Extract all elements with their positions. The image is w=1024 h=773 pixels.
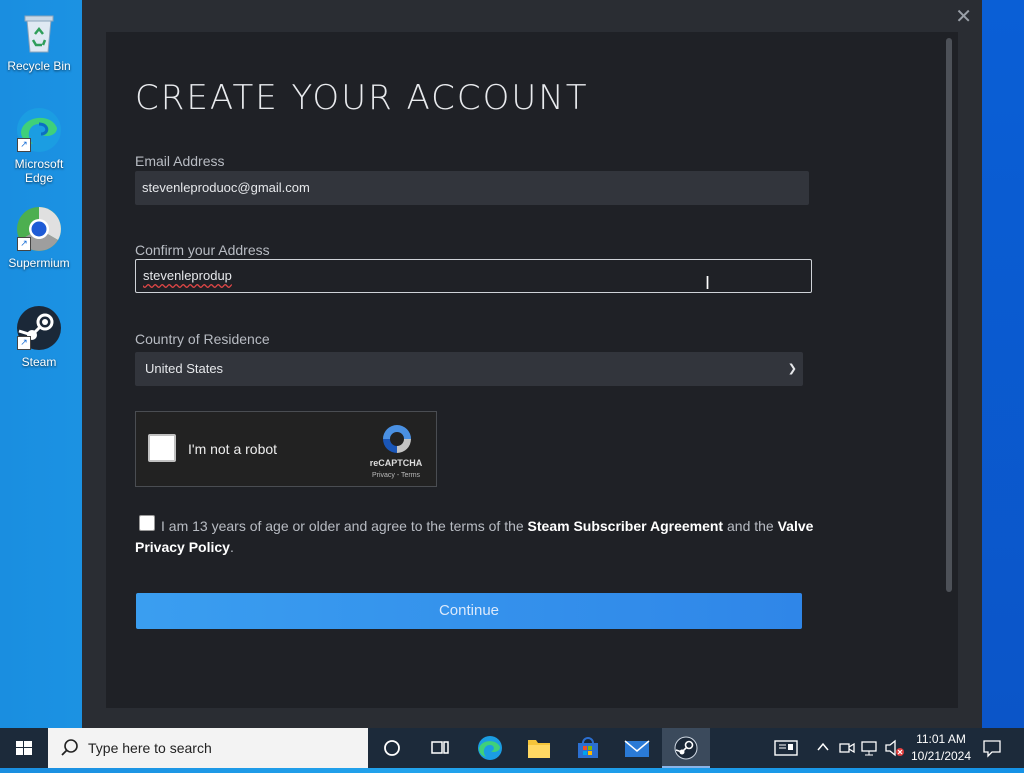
steam-create-account-window: ✕ CREATE YOUR ACCOUNT Email Address stev…: [82, 0, 982, 728]
email-label: Email Address: [135, 153, 225, 169]
clock-time: 11:01 AM: [916, 732, 966, 746]
text-cursor-icon: I: [705, 273, 711, 293]
supermium-icon: ↗: [15, 205, 63, 253]
meet-now-icon[interactable]: [838, 738, 856, 761]
task-view-icon: [431, 741, 449, 754]
steam-icon: ↗: [15, 304, 63, 352]
desktop-icon-supermium[interactable]: ↗ Supermium: [0, 205, 78, 270]
recaptcha-links[interactable]: Privacy - Terms: [356, 472, 436, 479]
desktop-icon-label: Supermium: [8, 256, 70, 270]
recaptcha-brand: reCAPTCHA: [369, 458, 423, 468]
continue-button[interactable]: Continue: [136, 593, 802, 629]
search-icon: [61, 739, 78, 756]
taskbar-clock[interactable]: 11:01 AM 10/21/2024: [908, 731, 974, 765]
task-view-button[interactable]: [416, 728, 464, 768]
store-icon: [578, 737, 598, 758]
shortcut-arrow-icon: ↗: [17, 336, 31, 350]
close-icon[interactable]: ✕: [955, 4, 972, 29]
confirm-email-label: Confirm your Address: [135, 242, 270, 258]
desktop-icon-label: Microsoft Edge: [14, 157, 64, 185]
start-button[interactable]: [0, 728, 48, 768]
taskbar-search-box[interactable]: Type here to search: [48, 728, 368, 768]
windows-logo-icon: [16, 741, 32, 755]
desktop-icon-edge[interactable]: ↗ Microsoft Edge: [0, 106, 78, 185]
chevron-down-icon: ❯: [787, 363, 797, 375]
desktop-icon-label: Steam: [21, 355, 57, 369]
recaptcha-widget: I'm not a robot reCAPTCHA Privacy - Term…: [135, 411, 437, 487]
news-icon[interactable]: [774, 738, 798, 761]
taskbar-edge[interactable]: [466, 728, 514, 768]
shortcut-arrow-icon: ↗: [17, 138, 31, 152]
taskbar-microsoft-store[interactable]: [564, 728, 612, 768]
notifications-icon[interactable]: [982, 738, 1002, 761]
recycle-bin-icon: [15, 8, 63, 56]
edge-icon: ↗: [15, 106, 63, 154]
edge-icon: [478, 736, 502, 760]
agreement-middle: and the: [723, 518, 778, 534]
page-title: CREATE YOUR ACCOUNT: [135, 78, 589, 118]
recaptcha-logo-icon: [380, 422, 414, 456]
chevron-up-icon[interactable]: [816, 737, 830, 760]
taskbar: Type here to search 11:01 AM 10/21/2024: [0, 728, 1024, 768]
desktop-icon-label: Recycle Bin: [7, 59, 71, 73]
country-label: Country of Residence: [135, 331, 270, 347]
country-select[interactable]: United States ❯: [135, 352, 803, 386]
confirm-email-value: stevenleprodup: [143, 268, 232, 283]
desktop-icon-steam[interactable]: ↗ Steam: [0, 304, 78, 369]
desktop-background-strip: [982, 0, 1024, 728]
volume-muted-icon[interactable]: [884, 738, 906, 761]
agreement-text: I am 13 years of age or older and agree …: [135, 516, 815, 558]
folder-icon: [528, 740, 550, 758]
subscriber-agreement-link[interactable]: Steam Subscriber Agreement: [528, 518, 724, 534]
recaptcha-checkbox[interactable]: [148, 434, 176, 462]
desktop-icon-recycle-bin[interactable]: Recycle Bin: [0, 8, 78, 73]
cortana-icon: [384, 740, 400, 756]
network-icon[interactable]: [860, 738, 880, 761]
search-placeholder: Type here to search: [88, 740, 212, 756]
scrollbar-thumb[interactable]: [946, 38, 952, 592]
taskbar-file-explorer[interactable]: [515, 728, 563, 768]
recaptcha-text: I'm not a robot: [188, 441, 278, 457]
taskbar-mail[interactable]: [613, 728, 661, 768]
agreement-prefix: I am 13 years of age or older and agree …: [161, 518, 528, 534]
agreement-suffix: .: [229, 539, 234, 555]
clock-date: 10/21/2024: [910, 749, 972, 763]
shortcut-arrow-icon: ↗: [17, 237, 31, 251]
taskbar-steam[interactable]: [662, 728, 710, 768]
confirm-email-field[interactable]: stevenleprodup: [135, 259, 812, 293]
email-field[interactable]: stevenleproduoc@gmail.com: [135, 171, 809, 205]
steam-icon: [674, 736, 698, 760]
mail-icon: [624, 740, 650, 757]
country-selected-value: United States: [145, 361, 224, 376]
cortana-button[interactable]: [368, 728, 416, 768]
